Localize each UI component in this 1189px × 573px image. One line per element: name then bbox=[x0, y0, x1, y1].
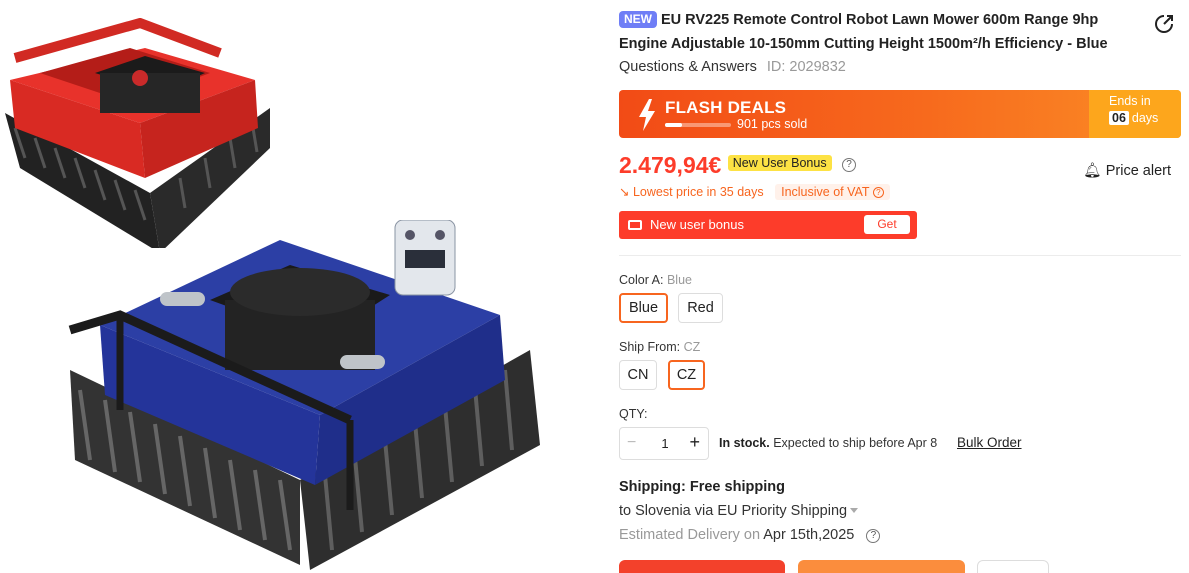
bulk-order-link[interactable]: Bulk Order bbox=[957, 435, 1022, 450]
product-title: NEW EU RV225 Remote Control Robot Lawn Mo… bbox=[619, 8, 1149, 56]
ship-from-selected: CZ bbox=[683, 340, 701, 354]
qty-label: QTY: bbox=[619, 407, 648, 421]
new-badge: NEW bbox=[619, 11, 657, 28]
price-value: 2.479,94€ bbox=[619, 152, 722, 178]
color-selected: Blue bbox=[666, 273, 692, 287]
product-gallery bbox=[0, 0, 600, 573]
ship-from-option-cn[interactable]: CN bbox=[619, 360, 657, 390]
sold-progress-bar bbox=[665, 123, 731, 127]
estimated-delivery: Estimated Delivery on Apr 15th,2025? bbox=[619, 527, 881, 543]
color-option-blue[interactable]: Blue bbox=[619, 293, 668, 323]
estimated-delivery-date: Apr 15th,2025 bbox=[763, 527, 855, 543]
shipping-method-text: to Slovenia via EU Priority Shipping bbox=[619, 503, 848, 519]
color-label: Color A: Blue bbox=[619, 273, 692, 287]
quantity-stepper: − 1 + bbox=[619, 427, 709, 460]
estimated-delivery-label: Estimated Delivery on bbox=[619, 527, 761, 543]
new-user-bonus-bar: New user bonus Get bbox=[619, 211, 917, 239]
qa-row: Questions & Answers ID: 2029832 bbox=[619, 59, 846, 75]
divider bbox=[619, 255, 1181, 256]
coupon-icon bbox=[628, 220, 642, 230]
lowest-price-row: ↘ Lowest price in 35 days Inclusive of V… bbox=[619, 184, 890, 200]
stock-status: In stock. Expected to ship before Apr 8 bbox=[719, 436, 937, 450]
help-icon[interactable]: ? bbox=[842, 157, 857, 172]
price-row: 2.479,94€ New User Bonus ? bbox=[619, 152, 857, 179]
share-icon[interactable] bbox=[1153, 13, 1175, 35]
delivery-help-icon[interactable]: ? bbox=[866, 529, 881, 543]
vat-text: Inclusive of VAT bbox=[781, 185, 870, 199]
sold-progress-fill bbox=[665, 123, 682, 127]
flash-deals-title: FLASH DEALS bbox=[665, 98, 787, 117]
ship-from-label-text: Ship From: bbox=[619, 340, 681, 354]
expected-ship-text: Expected to ship before Apr 8 bbox=[773, 436, 938, 450]
ship-from-option-cz[interactable]: CZ bbox=[668, 360, 705, 390]
product-image-blue[interactable] bbox=[60, 220, 550, 573]
get-bonus-button[interactable]: Get bbox=[864, 215, 910, 234]
days-unit: days bbox=[1131, 111, 1159, 125]
ship-from-label: Ship From: CZ bbox=[619, 340, 700, 354]
caret-down-icon bbox=[850, 508, 859, 513]
bell-icon: 🔔︎ bbox=[1083, 163, 1102, 179]
sold-count: 901 pcs sold bbox=[737, 117, 808, 131]
wishlist-button[interactable] bbox=[977, 560, 1049, 573]
ends-in-label: Ends in bbox=[1109, 94, 1151, 108]
color-option-red[interactable]: Red bbox=[678, 293, 723, 323]
in-stock-text: In stock. bbox=[719, 436, 770, 450]
product-title-text: EU RV225 Remote Control Robot Lawn Mower… bbox=[619, 12, 1108, 52]
new-user-bonus-badge: New User Bonus bbox=[727, 154, 832, 171]
lowest-price-text: Lowest price in 35 days bbox=[632, 185, 764, 199]
price-alert-label: Price alert bbox=[1105, 163, 1171, 179]
color-label-text: Color A: bbox=[619, 273, 664, 287]
bonus-label: New user bonus bbox=[650, 217, 744, 232]
ends-in: Ends in 06 days bbox=[1089, 90, 1181, 138]
shipping-method[interactable]: to Slovenia via EU Priority Shipping bbox=[619, 503, 859, 519]
product-image-red[interactable] bbox=[0, 18, 270, 248]
add-to-cart-button[interactable] bbox=[798, 560, 965, 573]
qty-plus-button[interactable]: + bbox=[689, 432, 700, 453]
trend-down-icon: ↘ bbox=[619, 185, 630, 199]
days-value: 06 bbox=[1109, 111, 1129, 125]
shipping-title: Shipping: Free shipping bbox=[619, 479, 785, 495]
qa-link[interactable]: Questions & Answers bbox=[619, 59, 757, 75]
flash-deals-banner: FLASH DEALS 901 pcs sold Ends in 06 days bbox=[619, 90, 1181, 138]
price-alert-button[interactable]: 🔔︎ Price alert bbox=[1083, 162, 1171, 179]
vat-help-icon: ? bbox=[872, 187, 884, 198]
buy-now-button[interactable] bbox=[619, 560, 785, 573]
lightning-icon bbox=[639, 99, 655, 131]
vat-badge[interactable]: Inclusive of VAT ? bbox=[775, 184, 890, 200]
product-id: ID: 2029832 bbox=[766, 59, 846, 75]
